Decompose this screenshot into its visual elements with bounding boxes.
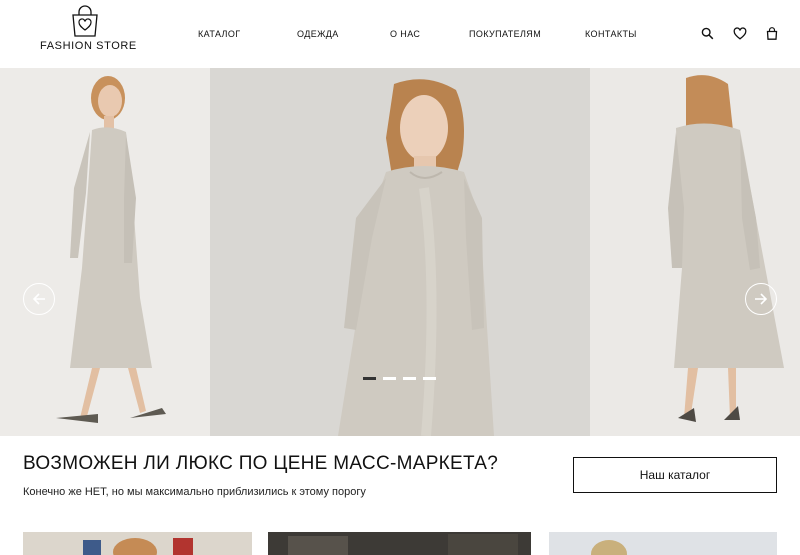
brand-logo[interactable]: FASHION STORE bbox=[40, 5, 137, 57]
nav-item-customers[interactable]: ПОКУПАТЕЛЯМ bbox=[469, 29, 541, 39]
promo-title: ВОЗМОЖЕН ЛИ ЛЮКС ПО ЦЕНЕ МАСС-МАРКЕТА? bbox=[23, 453, 499, 474]
product-card[interactable] bbox=[549, 532, 777, 555]
promo-subtitle: Конечно же НЕТ, но мы максимально прибли… bbox=[23, 486, 366, 498]
slider-dot-3[interactable] bbox=[403, 377, 416, 380]
nav-item-contacts[interactable]: КОНТАКТЫ bbox=[585, 29, 637, 39]
brand-name: FASHION STORE bbox=[40, 40, 137, 52]
hero-slider bbox=[0, 68, 800, 436]
catalog-button[interactable]: Наш каталог bbox=[573, 457, 777, 493]
heart-bag-icon bbox=[72, 5, 98, 37]
nav-item-catalog[interactable]: КАТАЛОГ bbox=[198, 29, 241, 39]
nav-item-clothing[interactable]: ОДЕЖДА bbox=[297, 29, 339, 39]
slider-next-button[interactable] bbox=[745, 283, 777, 315]
slider-dot-2[interactable] bbox=[383, 377, 396, 380]
slider-dot-1[interactable] bbox=[363, 377, 376, 380]
arrow-right-icon bbox=[755, 293, 768, 305]
slider-prev-button[interactable] bbox=[23, 283, 55, 315]
heart-icon[interactable] bbox=[733, 27, 747, 41]
nav-item-about[interactable]: О НАС bbox=[390, 29, 420, 39]
slider-dot-4[interactable] bbox=[423, 377, 436, 380]
product-card[interactable] bbox=[23, 532, 252, 555]
hero-image-right bbox=[590, 68, 800, 436]
hero-image-main bbox=[210, 68, 590, 436]
search-icon[interactable] bbox=[701, 27, 715, 41]
arrow-left-icon bbox=[32, 293, 45, 305]
bag-icon[interactable] bbox=[766, 27, 780, 41]
hero-image-left bbox=[0, 68, 210, 436]
product-card[interactable] bbox=[268, 532, 531, 555]
site-header: FASHION STORE КАТАЛОГ ОДЕЖДА О НАС ПОКУП… bbox=[0, 0, 800, 68]
